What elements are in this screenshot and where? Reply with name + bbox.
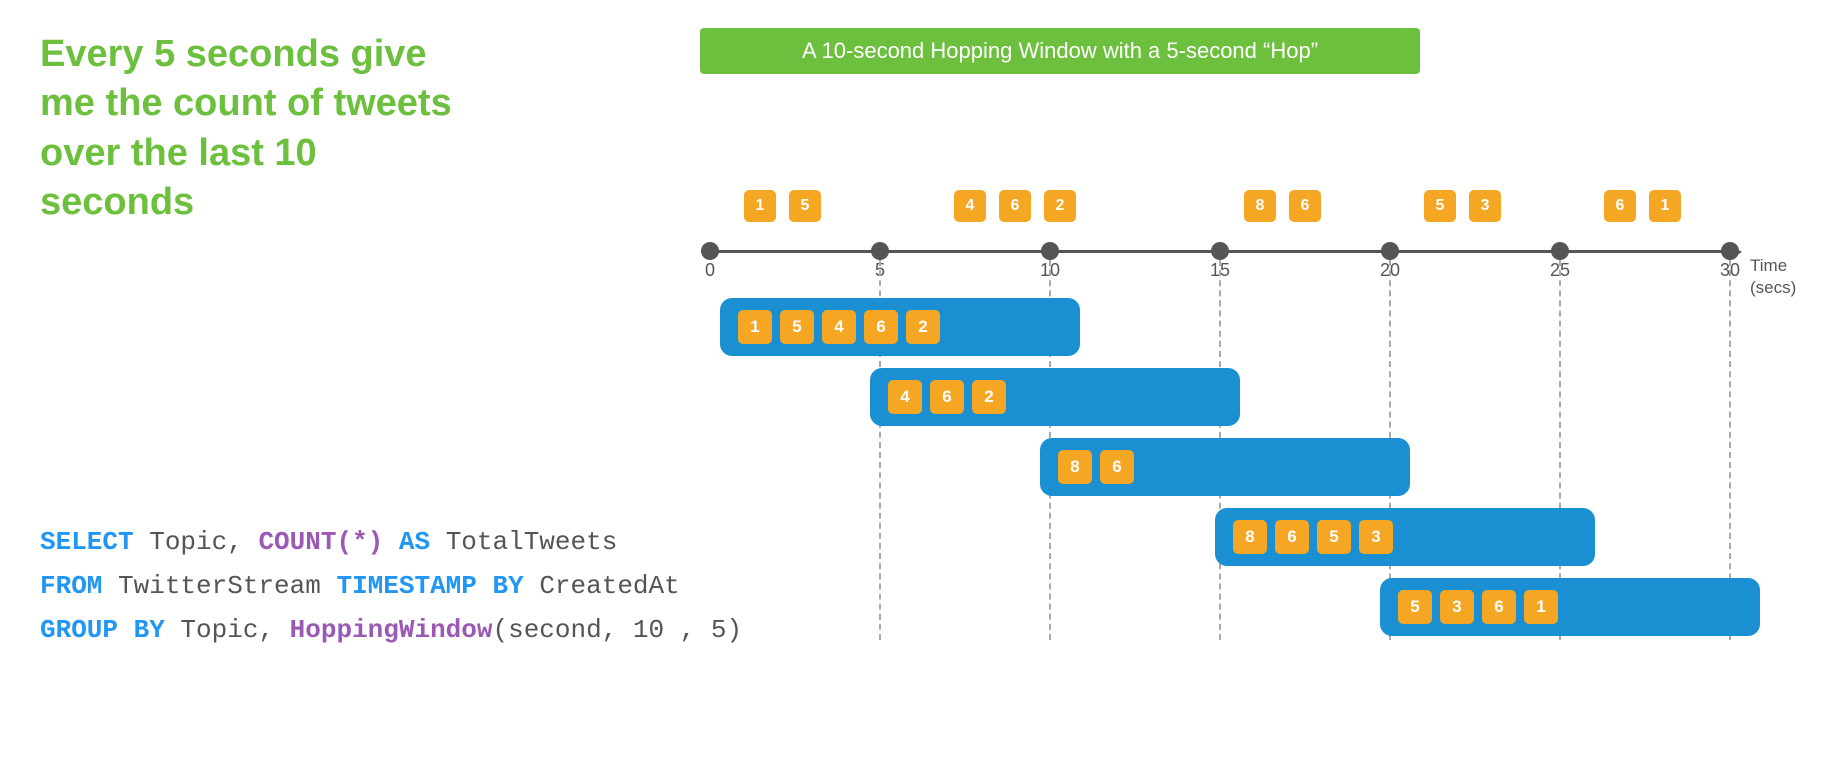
wb2-4: 4 (888, 380, 922, 414)
wb4-6: 6 (1275, 520, 1309, 554)
event-badge-4a: 4 (954, 190, 986, 222)
event-badge-3a: 3 (1469, 190, 1501, 222)
wb2-6: 6 (930, 380, 964, 414)
wb5-3: 3 (1440, 590, 1474, 624)
wb1-2: 2 (906, 310, 940, 344)
timeline-dot-25 (1551, 242, 1569, 260)
sql-totaltweets: TotalTweets (430, 527, 617, 557)
wb3-8: 8 (1058, 450, 1092, 484)
sql-as-kw: AS (383, 527, 430, 557)
timeline-dot-0 (701, 242, 719, 260)
wb1-4: 4 (822, 310, 856, 344)
event-badge-8a: 8 (1244, 190, 1276, 222)
timeline-dot-15 (1211, 242, 1229, 260)
wb4-3: 3 (1359, 520, 1393, 554)
sql-select-kw: SELECT (40, 527, 134, 557)
sql-topic: Topic, (134, 527, 259, 557)
wb1-6: 6 (864, 310, 898, 344)
sql-by2-kw: BY (118, 615, 165, 645)
timeline-dot-20 (1381, 242, 1399, 260)
sql-timestamp-kw: TIMESTAMP (336, 571, 476, 601)
sql-from-kw: FROM (40, 571, 102, 601)
window-bar-3: 8 6 (1040, 438, 1410, 496)
time-unit-label: Time (secs) (1750, 255, 1796, 299)
event-badge-5b: 5 (1424, 190, 1456, 222)
sql-hoppingwindow-kw: HoppingWindow (290, 615, 493, 645)
timeline-dot-10 (1041, 242, 1059, 260)
wb1-5: 5 (780, 310, 814, 344)
sql-by-kw: BY (477, 571, 524, 601)
event-badge-6b: 6 (1289, 190, 1321, 222)
sql-topic2: Topic, (165, 615, 290, 645)
sql-count-kw: COUNT(*) (258, 527, 383, 557)
sql-group-kw: GROUP (40, 615, 118, 645)
timeline-dot-5 (871, 242, 889, 260)
wb2-2: 2 (972, 380, 1006, 414)
wb3-6: 6 (1100, 450, 1134, 484)
event-badge-5a: 5 (789, 190, 821, 222)
wb5-5: 5 (1398, 590, 1432, 624)
sql-twitterstream: TwitterStream (102, 571, 336, 601)
window-bar-2: 4 6 2 (870, 368, 1240, 426)
event-badge-2a: 2 (1044, 190, 1076, 222)
event-badge-6c: 6 (1604, 190, 1636, 222)
title-banner: A 10-second Hopping Window with a 5-seco… (700, 28, 1420, 74)
wb5-1: 1 (1524, 590, 1558, 624)
event-badge-1b: 1 (1649, 190, 1681, 222)
timeline-dot-30 (1721, 242, 1739, 260)
sql-line1: SELECT Topic, COUNT(*) AS TotalTweets (40, 520, 742, 564)
wb4-5: 5 (1317, 520, 1351, 554)
time-label-0: 0 (705, 260, 715, 281)
window-bar-5: 5 3 6 1 (1380, 578, 1760, 636)
sql-line3: GROUP BY Topic, HoppingWindow(second, 10… (40, 608, 742, 652)
event-badge-1a: 1 (744, 190, 776, 222)
window-bar-4: 8 6 5 3 (1215, 508, 1595, 566)
sql-block: SELECT Topic, COUNT(*) AS TotalTweets FR… (40, 520, 742, 653)
wb1-1: 1 (738, 310, 772, 344)
sql-line2: FROM TwitterStream TIMESTAMP BY CreatedA… (40, 564, 742, 608)
window-bar-1: 1 5 4 6 2 (720, 298, 1080, 356)
timeline-area: 0 5 10 15 20 25 30 Time (secs) 1 5 4 6 2… (660, 90, 1800, 730)
sql-createdat: CreatedAt (524, 571, 680, 601)
description-text: Every 5 seconds give me the count of twe… (40, 30, 460, 228)
wb4-8: 8 (1233, 520, 1267, 554)
wb5-6: 6 (1482, 590, 1516, 624)
event-badge-6a: 6 (999, 190, 1031, 222)
